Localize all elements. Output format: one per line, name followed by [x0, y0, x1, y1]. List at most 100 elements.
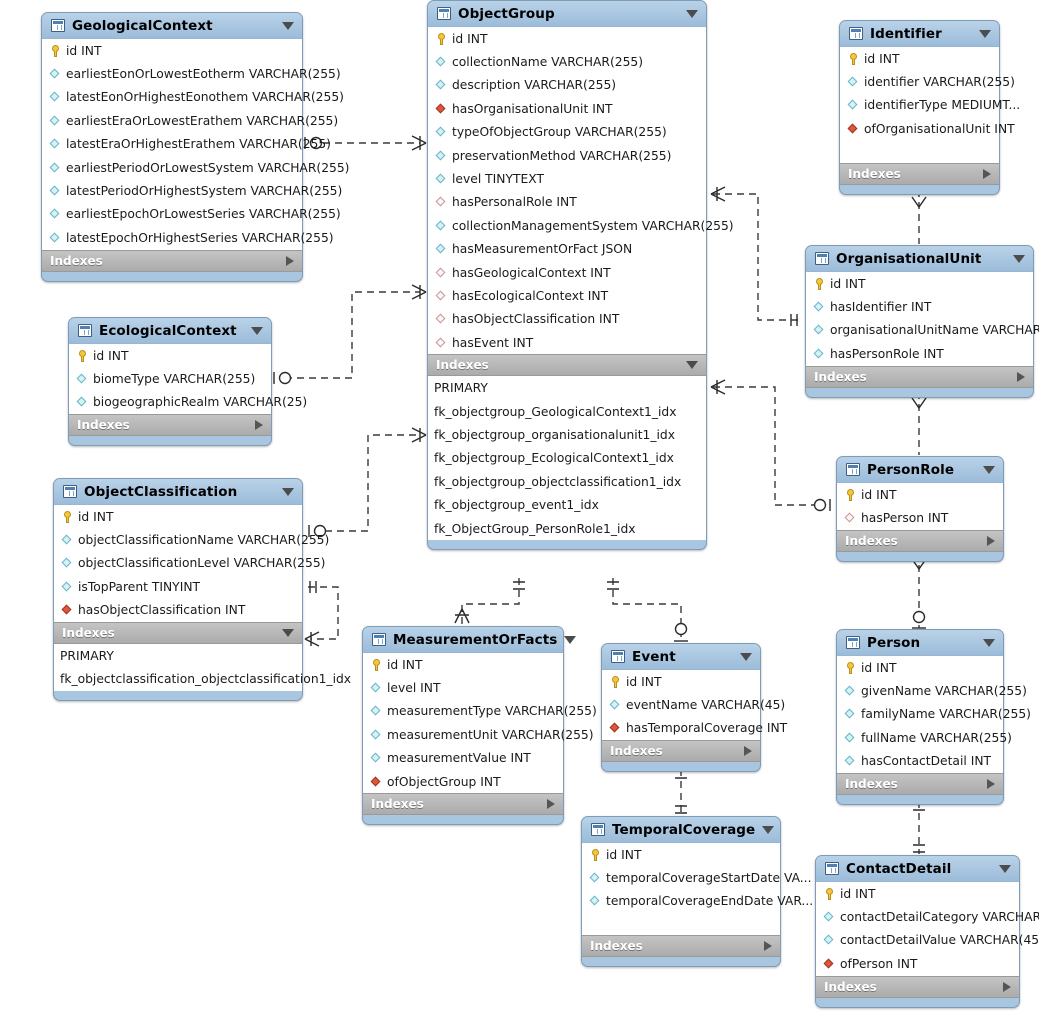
index-row[interactable]: fk_objectclassification_objectclassifica… — [54, 667, 351, 690]
chevron-down-icon[interactable] — [282, 628, 294, 637]
column-row[interactable]: id INT — [428, 27, 706, 50]
indexes-section-header[interactable]: Indexes — [42, 249, 302, 272]
column-row[interactable]: contactDetailValue VARCHAR(45) — [816, 929, 1039, 952]
table-ecologicalcontext[interactable]: EcologicalContext id INT biomeType VARCHAR… — [68, 317, 307, 447]
column-row[interactable]: earliestPeriodOrLowestSystem VARCHAR(255… — [42, 156, 349, 179]
chevron-down-icon[interactable] — [251, 326, 263, 335]
column-row[interactable]: latestEraOrHighestErathem VARCHAR(255) — [42, 133, 331, 156]
column-row[interactable]: ofPerson INT — [816, 952, 1019, 975]
index-row[interactable]: PRIMARY — [428, 376, 706, 399]
column-row[interactable]: hasObjectClassification INT — [54, 599, 302, 622]
column-row[interactable]: preservationMethod VARCHAR(255) — [428, 144, 706, 167]
chevron-right-icon[interactable] — [983, 168, 991, 179]
column-row[interactable]: hasPerson INT — [837, 506, 1003, 529]
chevron-down-icon[interactable] — [979, 29, 991, 38]
column-row[interactable]: id INT — [816, 882, 1019, 905]
table-organisationalunit[interactable]: OrganisationalUnit id INT hasIdentifier IN… — [805, 245, 1039, 398]
column-row[interactable]: hasPersonRole INT — [806, 342, 1033, 365]
chevron-down-icon[interactable] — [983, 638, 995, 647]
index-row[interactable]: fk_objectgroup_organisationalunit1_idx — [428, 423, 706, 446]
column-row[interactable]: measurementValue INT — [363, 747, 563, 770]
column-row[interactable]: ofObjectGroup INT — [363, 770, 563, 793]
chevron-down-icon[interactable] — [983, 465, 995, 474]
table-header[interactable]: MeasurementOrFacts — [363, 627, 577, 652]
indexes-section-header[interactable]: Indexes — [363, 793, 563, 816]
chevron-right-icon[interactable] — [1017, 371, 1025, 382]
column-row[interactable]: id INT — [363, 653, 563, 676]
table-measurementorfacts[interactable]: MeasurementOrFacts id INT level INT measure… — [362, 626, 597, 826]
chevron-down-icon[interactable] — [999, 864, 1011, 873]
column-row[interactable]: temporalCoverageStartDate VA... — [582, 866, 812, 889]
column-row[interactable]: hasGeologicalContext INT — [428, 261, 706, 284]
column-row[interactable]: biogeographicRealm VARCHAR(25) — [69, 391, 307, 414]
column-row[interactable]: contactDetailCategory VARCHAR(45) — [816, 905, 1039, 928]
chevron-right-icon[interactable] — [764, 941, 772, 952]
column-row[interactable]: eventName VARCHAR(45) — [602, 693, 785, 716]
column-row[interactable]: id INT — [54, 505, 302, 528]
column-row[interactable]: latestPeriodOrHighestSystem VARCHAR(255) — [42, 179, 342, 202]
chevron-down-icon[interactable] — [1013, 254, 1025, 263]
table-identifier[interactable]: Identifier id INT identifier VARCHAR(255) i… — [839, 20, 1020, 195]
indexes-section-header[interactable]: Indexes — [428, 354, 706, 377]
table-header[interactable]: TemporalCoverage — [582, 817, 780, 842]
column-row[interactable]: earliestEonOrLowestEotherm VARCHAR(255) — [42, 62, 341, 85]
column-row[interactable]: earliestEpochOrLowestSeries VARCHAR(255) — [42, 203, 341, 226]
indexes-section-header[interactable]: Indexes — [840, 162, 999, 185]
chevron-right-icon[interactable] — [255, 420, 263, 431]
chevron-right-icon[interactable] — [1003, 981, 1011, 992]
table-header[interactable]: GeologicalContext — [42, 13, 302, 38]
column-row[interactable]: id INT — [837, 656, 1003, 679]
index-row[interactable]: fk_objectgroup_event1_idx — [428, 493, 706, 516]
table-header[interactable]: ObjectClassification — [54, 479, 302, 504]
indexes-section-header[interactable]: Indexes — [69, 414, 271, 437]
index-row[interactable]: fk_ObjectGroup_PersonRole1_idx — [428, 517, 706, 540]
column-row[interactable]: id INT — [602, 670, 760, 693]
column-row[interactable]: hasMeasurementOrFact JSON — [428, 238, 706, 261]
indexes-section-header[interactable]: Indexes — [837, 772, 1003, 795]
indexes-section-header[interactable]: Indexes — [816, 975, 1019, 998]
chevron-right-icon[interactable] — [744, 746, 752, 757]
table-objectclassification[interactable]: ObjectClassification id INT objectClassifi… — [53, 478, 351, 701]
chevron-right-icon[interactable] — [547, 799, 555, 810]
er-diagram-canvas[interactable]: .ln{stroke:#3a3a3a;stroke-width:1.4;fill… — [0, 0, 1039, 1011]
table-header[interactable]: ContactDetail — [816, 856, 1019, 881]
chevron-down-icon[interactable] — [686, 9, 698, 18]
column-row[interactable]: typeOfObjectGroup VARCHAR(255) — [428, 121, 706, 144]
column-row[interactable]: hasEcologicalContext INT — [428, 284, 706, 307]
table-header[interactable]: Event — [602, 644, 760, 669]
column-row[interactable]: hasOrganisationalUnit INT — [428, 97, 706, 120]
column-row[interactable]: hasTemporalCoverage INT — [602, 717, 787, 740]
column-row[interactable]: identifierType MEDIUMT... — [840, 94, 1020, 117]
chevron-down-icon[interactable] — [282, 487, 294, 496]
column-row[interactable]: objectClassificationName VARCHAR(255) — [54, 528, 329, 551]
column-row[interactable]: collectionName VARCHAR(255) — [428, 50, 706, 73]
column-row[interactable]: latestEonOrHighestEonothem VARCHAR(255) — [42, 86, 344, 109]
table-objectgroup[interactable]: ObjectGroup id INT collectionName VARCHAR(… — [427, 0, 734, 551]
column-row[interactable]: hasIdentifier INT — [806, 295, 1033, 318]
index-row[interactable]: PRIMARY — [54, 644, 302, 667]
table-header[interactable]: OrganisationalUnit — [806, 246, 1033, 271]
table-header[interactable]: EcologicalContext — [69, 318, 271, 343]
column-row[interactable]: ofOrganisationalUnit INT — [840, 117, 1015, 140]
table-temporalcoverage[interactable]: TemporalCoverage id INT temporalCoverageSt… — [581, 816, 813, 968]
column-row[interactable]: id INT — [582, 843, 780, 866]
table-contactdetail[interactable]: ContactDetail id INT contactDetailCategory… — [815, 855, 1039, 1008]
indexes-section-header[interactable]: Indexes — [806, 365, 1033, 388]
table-event[interactable]: Event id INT eventName VARCHAR(45) hasTempo… — [601, 643, 787, 773]
chevron-right-icon[interactable] — [987, 535, 995, 546]
column-row[interactable]: organisationalUnitName VARCHAR(255) — [806, 319, 1039, 342]
table-header[interactable]: Identifier — [840, 21, 999, 46]
column-row[interactable]: id INT — [806, 272, 1033, 295]
table-header[interactable]: PersonRole — [837, 457, 1003, 482]
column-row[interactable]: collectionManagementSystem VARCHAR(255) — [428, 214, 734, 237]
column-row[interactable]: isTopParent TINYINT — [54, 575, 302, 598]
chevron-down-icon[interactable] — [686, 361, 698, 370]
column-row[interactable]: givenName VARCHAR(255) — [837, 679, 1027, 702]
table-geologicalcontext[interactable]: GeologicalContext id INT earliestEonOrLowe… — [41, 12, 349, 282]
column-row[interactable]: measurementType VARCHAR(255) — [363, 700, 597, 723]
column-row[interactable]: identifier VARCHAR(255) — [840, 70, 1015, 93]
column-row[interactable]: level TINYTEXT — [428, 167, 706, 190]
column-row[interactable]: objectClassificationLevel VARCHAR(255) — [54, 552, 325, 575]
column-row[interactable]: earliestEraOrLowestErathem VARCHAR(255) — [42, 109, 338, 132]
chevron-right-icon[interactable] — [987, 778, 995, 789]
